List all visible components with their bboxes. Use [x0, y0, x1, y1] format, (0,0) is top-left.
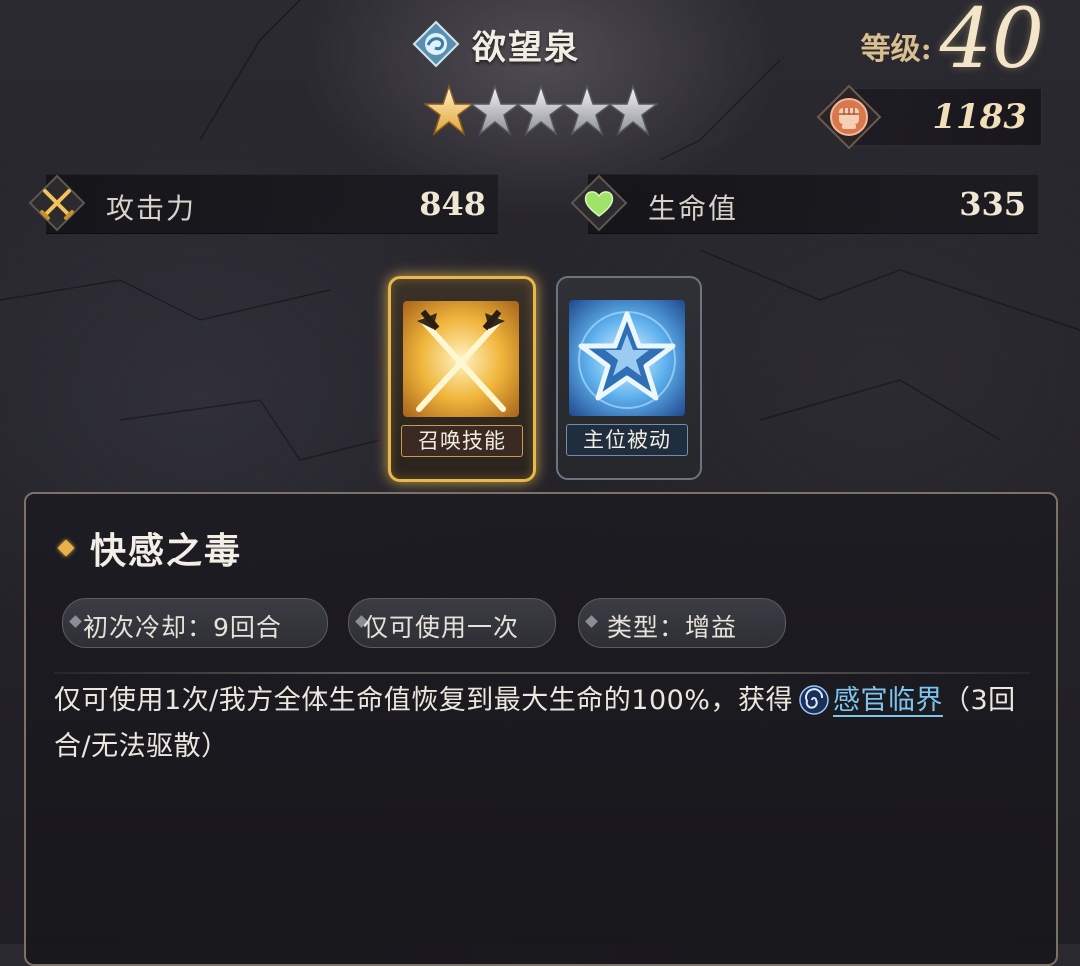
diamond-dot-icon: [69, 615, 82, 628]
skill-title-row: 快感之毒: [57, 522, 243, 574]
attack-value: 848: [419, 185, 486, 223]
combat-power-value: 1183: [932, 97, 1027, 137]
diamond-dot-icon: [585, 615, 598, 628]
crossed-swords-icon: [28, 174, 86, 232]
character-title-row: 欲望泉: [412, 16, 580, 72]
star-icon: [569, 300, 685, 416]
star-filled-icon: [424, 83, 474, 137]
buff-link[interactable]: 感官临界: [833, 685, 943, 716]
skill-detail-panel: 快感之毒 初次冷却：9回合 仅可使用一次 类型：增益 仅可使用1次/我方全体生命…: [24, 492, 1058, 966]
star-empty-icon: [470, 83, 520, 137]
level-value: 40: [939, 0, 1044, 87]
tag-type-text: 类型：增益: [607, 613, 738, 642]
skill-card-summon[interactable]: 召唤技能: [388, 276, 536, 482]
diamond-bullet-icon: [57, 539, 75, 557]
hp-value: 335: [959, 185, 1026, 223]
level-display: 等级: 40: [860, 0, 1044, 87]
heart-icon: [570, 174, 628, 232]
skill-label-summon: 召唤技能: [401, 425, 523, 457]
tag-type: 类型：增益: [578, 598, 786, 648]
level-label: 等级:: [860, 32, 932, 67]
description-text: 仅可使用1次/我方全体生命值恢复到最大生命的100%，获得: [54, 685, 793, 716]
star-empty-icon: [562, 83, 612, 137]
skill-title: 快感之毒: [90, 531, 243, 572]
star-rating: [424, 82, 658, 140]
tag-usage: 仅可使用一次: [348, 598, 556, 648]
star-empty-icon: [608, 83, 658, 137]
tag-cooldown: 初次冷却：9回合: [62, 598, 328, 648]
tag-cooldown-text: 初次冷却：9回合: [83, 613, 282, 642]
divider: [54, 672, 1030, 674]
skill-card-passive[interactable]: 主位被动: [556, 276, 702, 480]
skill-description: 仅可使用1次/我方全体生命值恢复到最大生命的100%，获得 感官临界（3回合/无法…: [54, 678, 1024, 770]
character-name: 欲望泉: [472, 27, 580, 68]
tag-usage-text: 仅可使用一次: [363, 613, 520, 642]
hp-stat-bar: 生命值 335: [588, 174, 1038, 234]
crossed-swords-icon: [403, 301, 519, 417]
vortex-icon: [799, 685, 829, 715]
water-swirl-icon: [412, 20, 460, 68]
attack-label: 攻击力: [106, 192, 197, 225]
hp-label: 生命值: [648, 192, 739, 225]
attack-stat-bar: 攻击力 848: [46, 174, 498, 234]
skill-label-passive: 主位被动: [566, 424, 688, 456]
star-empty-icon: [516, 83, 566, 137]
fist-icon: [816, 84, 882, 150]
